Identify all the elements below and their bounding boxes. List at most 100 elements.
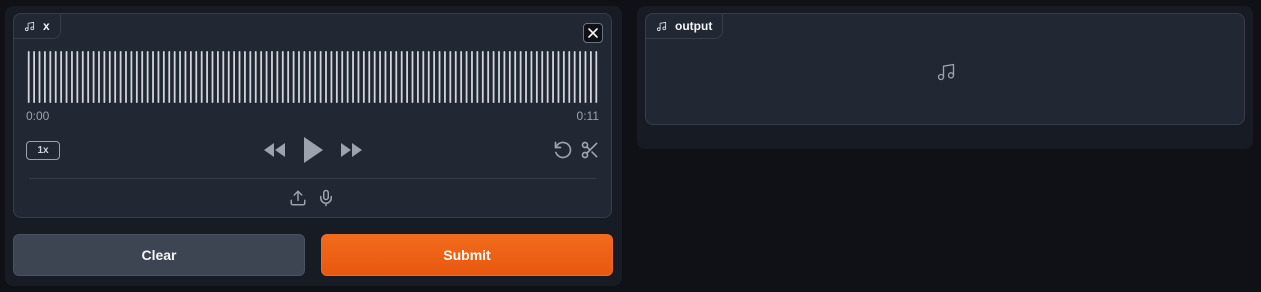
waveform-bar xyxy=(341,51,344,103)
waveform-bar xyxy=(81,51,84,103)
waveform-bar xyxy=(406,51,408,103)
waveform-bar xyxy=(319,51,322,103)
current-time: 0:00 xyxy=(26,109,50,123)
waveform-bar xyxy=(465,51,468,103)
rewind-button[interactable] xyxy=(263,141,287,159)
waveform-bar xyxy=(265,51,268,103)
waveform-bar xyxy=(460,51,463,103)
waveform-bar xyxy=(281,51,284,103)
waveform-bar xyxy=(162,51,165,103)
waveform-bar xyxy=(27,51,30,103)
waveform-bar xyxy=(487,51,490,103)
waveform-bar xyxy=(60,51,63,103)
waveform-bar xyxy=(211,51,214,103)
waveform-bar xyxy=(173,51,176,103)
submit-button[interactable]: Submit xyxy=(321,234,613,276)
waveform-bar xyxy=(200,51,203,103)
waveform-bar xyxy=(562,51,565,103)
input-label-tag: x xyxy=(13,13,61,39)
play-button[interactable] xyxy=(301,135,325,165)
playback-speed-button[interactable]: 1x xyxy=(26,141,60,160)
waveform-bar xyxy=(444,51,446,103)
waveform-bar xyxy=(33,51,36,103)
waveform-bar xyxy=(287,51,290,103)
reset-button[interactable] xyxy=(552,139,574,161)
waveform-bar xyxy=(189,51,192,103)
waveform-bar xyxy=(589,51,592,103)
waveform-bar xyxy=(49,51,52,103)
waveform-bar xyxy=(184,51,187,103)
input-column: x 0:00 0:11 1x Clear Submit xyxy=(5,6,622,286)
waveform-bar xyxy=(92,51,95,103)
waveform-bar xyxy=(308,51,311,103)
fast-forward-icon xyxy=(341,143,362,157)
waveform-bar xyxy=(76,51,79,103)
fast-forward-button[interactable] xyxy=(339,141,363,159)
waveform-bar xyxy=(249,51,252,103)
controls-divider xyxy=(29,178,596,179)
waveform-bar xyxy=(503,51,506,103)
clear-button[interactable]: Clear xyxy=(13,234,305,276)
waveform-bar xyxy=(568,51,571,103)
waveform-bar xyxy=(114,51,117,103)
waveform-bar xyxy=(38,51,41,103)
waveform-bar xyxy=(233,51,236,103)
upload-button[interactable] xyxy=(288,188,308,208)
waveform-bar xyxy=(422,51,425,103)
waveform-bar xyxy=(417,51,419,103)
audio-output-component: output xyxy=(645,13,1245,125)
waveform-bar xyxy=(384,51,387,103)
waveform-bar xyxy=(217,51,219,103)
output-label-tag: output xyxy=(645,13,724,39)
audio-waveform[interactable] xyxy=(26,51,599,103)
waveform-bar xyxy=(514,51,517,103)
waveform-bar xyxy=(141,51,144,103)
waveform-bar xyxy=(552,51,554,103)
waveform-bar xyxy=(119,51,122,103)
waveform-bar xyxy=(498,51,500,103)
waveform-bar xyxy=(449,51,452,103)
waveform-bar xyxy=(362,51,365,103)
waveform-bar xyxy=(481,51,484,103)
waveform-bar xyxy=(254,51,257,103)
waveform-bar xyxy=(357,51,360,103)
music-note-icon xyxy=(24,21,35,31)
waveform-bar xyxy=(65,51,68,103)
output-column: output xyxy=(637,6,1253,149)
waveform-bar xyxy=(271,51,273,103)
waveform-bar xyxy=(146,51,149,103)
scissors-icon xyxy=(581,141,598,159)
microphone-button[interactable] xyxy=(316,187,336,209)
waveform-bar xyxy=(379,51,381,103)
waveform-bar xyxy=(519,51,522,103)
output-label: output xyxy=(675,19,713,33)
waveform-bar xyxy=(395,51,398,103)
waveform-bar xyxy=(244,51,246,103)
waveform-bar xyxy=(330,51,333,103)
waveform-bar xyxy=(346,51,349,103)
waveform-bar xyxy=(168,51,171,103)
clear-audio-button[interactable] xyxy=(583,23,603,43)
waveform-bar xyxy=(87,51,90,103)
microphone-icon xyxy=(320,189,332,207)
upload-icon xyxy=(290,190,306,206)
waveform-bar xyxy=(195,51,198,103)
waveform-bar xyxy=(227,51,230,103)
waveform-bar xyxy=(535,51,538,103)
waveform-bar xyxy=(368,51,371,103)
waveform-bar xyxy=(71,51,73,103)
waveform-bar xyxy=(557,51,560,103)
waveform-bar xyxy=(373,51,376,103)
waveform-bar xyxy=(98,51,100,103)
waveform-bar xyxy=(525,51,527,103)
waveform-bar xyxy=(152,51,154,103)
waveform-bar xyxy=(130,51,133,103)
waveform-bar xyxy=(530,51,533,103)
waveform-bar xyxy=(303,51,306,103)
waveform-bar xyxy=(157,51,160,103)
close-icon xyxy=(588,28,598,38)
trim-button[interactable] xyxy=(579,139,601,161)
input-label: x xyxy=(43,19,50,33)
waveform-bar xyxy=(179,51,181,103)
waveform-bar xyxy=(584,51,587,103)
